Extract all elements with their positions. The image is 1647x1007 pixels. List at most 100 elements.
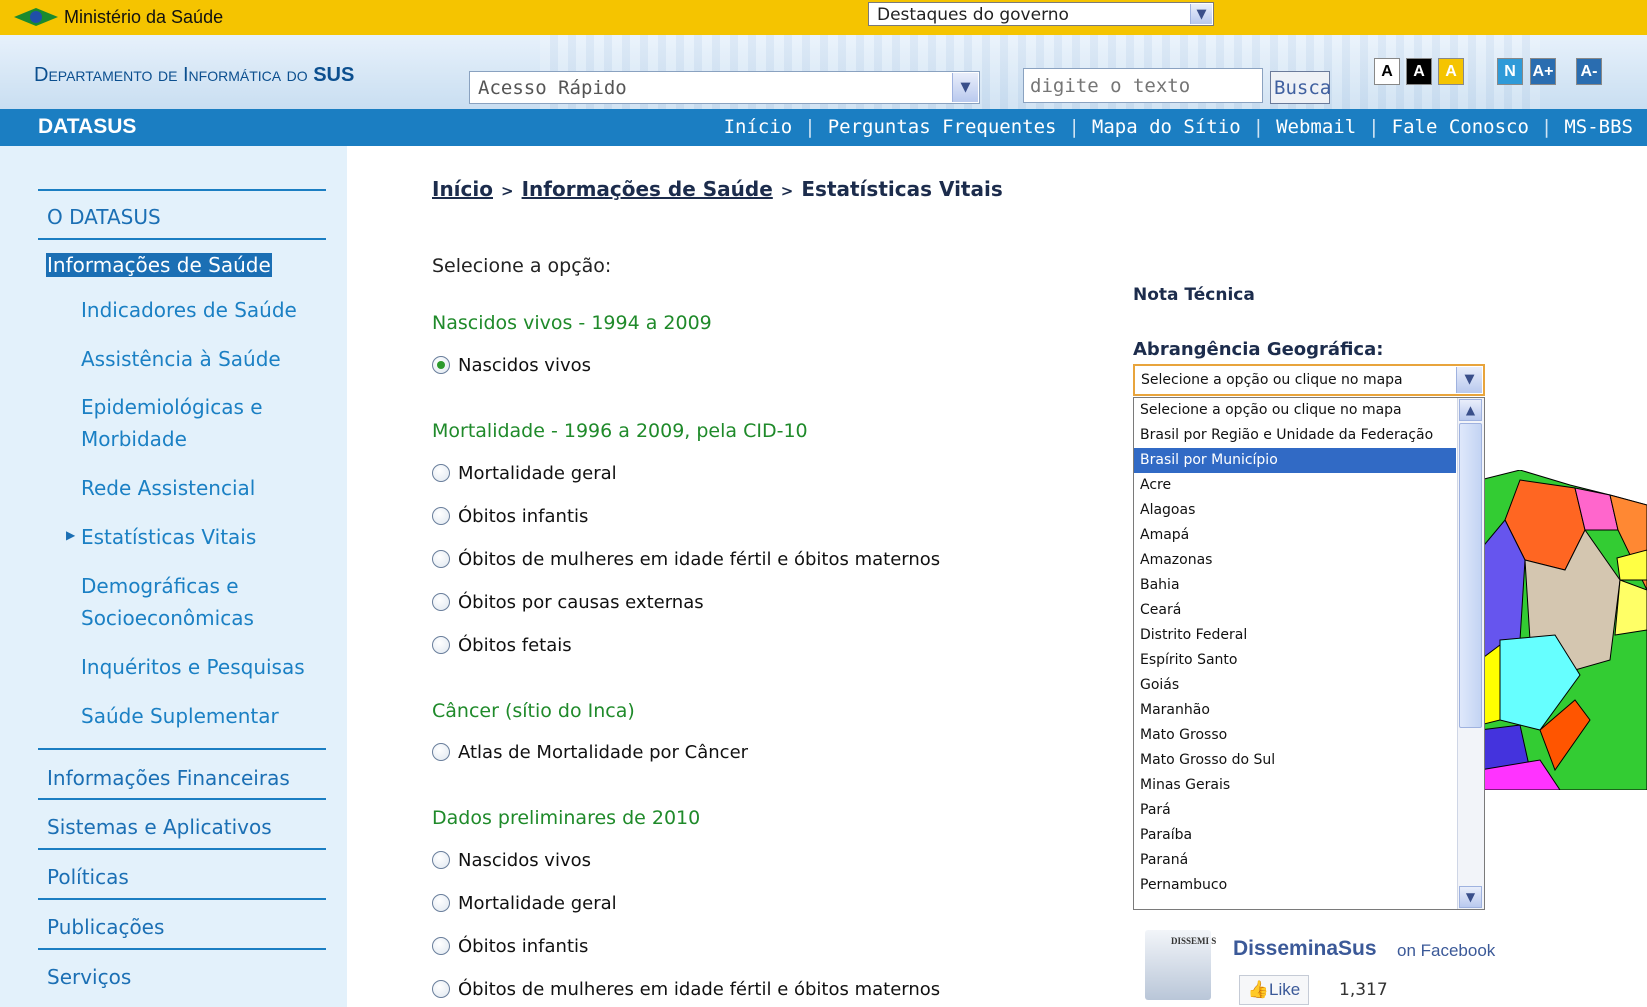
nav-link-fale-conosco[interactable]: Fale Conosco [1392,116,1529,138]
nav-link-webmail[interactable]: Webmail [1276,116,1356,138]
increase-font-button[interactable]: A+ [1530,58,1556,85]
geo-option[interactable]: Brasil por Região e Unidade da Federação [1134,423,1456,448]
radio-icon[interactable] [432,636,450,654]
geo-option[interactable]: Amazonas [1134,548,1456,573]
geo-option[interactable]: Alagoas [1134,498,1456,523]
geo-option[interactable]: Ceará [1134,598,1456,623]
chevron-down-icon[interactable]: ▼ [1190,4,1212,24]
radio-icon[interactable] [432,550,450,568]
quick-access-select[interactable]: Acesso Rápido ▼ [469,71,980,104]
scroll-up-icon[interactable]: ▲ [1459,399,1482,421]
sidebar-item-indicadores[interactable]: Indicadores de Saúde [81,294,297,326]
nav-link-inicio[interactable]: Início [724,116,793,138]
sidebar-item-sistemas[interactable]: Sistemas e Aplicativos [47,815,272,839]
geo-option[interactable]: Acre [1134,473,1456,498]
radio-prelim-infantis[interactable]: Óbitos infantis [432,936,588,957]
chevron-down-icon[interactable]: ▼ [1456,367,1482,393]
yellow-contrast-button[interactable]: A [1438,58,1464,85]
radio-icon[interactable] [432,593,450,611]
sidebar-item-epidemiologicas[interactable]: Epidemiológicas e [81,391,263,423]
decrease-font-button[interactable]: A- [1576,58,1602,85]
breadcrumb-home[interactable]: Início [432,177,493,201]
scroll-down-icon[interactable]: ▼ [1459,886,1482,908]
sidebar-item-demograficas[interactable]: Demográficas e [81,570,239,602]
high-contrast-button[interactable]: A [1406,58,1432,85]
radio-obitos-externas[interactable]: Óbitos por causas externas [432,592,704,613]
radio-icon[interactable] [432,743,450,761]
geo-dropdown-list[interactable]: Selecione a opção ou clique no mapa Bras… [1133,397,1485,910]
radio-icon[interactable] [432,980,450,998]
nav-link-mapa[interactable]: Mapa do Sítio [1092,116,1241,138]
radio-icon[interactable] [432,894,450,912]
sidebar-item-morbidade[interactable]: Morbidade [81,423,187,455]
geo-option[interactable]: Espírito Santo [1134,648,1456,673]
breadcrumb-current: Estatísticas Vitais [801,177,1003,201]
sidebar-item-publicacoes[interactable]: Publicações [47,915,164,939]
sidebar-item-assistencia[interactable]: Assistência à Saúde [81,343,281,375]
sidebar-divider [38,898,326,900]
search-button[interactable]: Busca [1270,71,1331,104]
radio-icon[interactable] [432,507,450,525]
destaques-select-value: Destaques do governo [877,5,1069,25]
geo-option[interactable]: Selecione a opção ou clique no mapa [1134,398,1456,423]
radio-prelim-nascidos[interactable]: Nascidos vivos [432,850,591,871]
radio-obitos-fetais[interactable]: Óbitos fetais [432,635,572,656]
geo-option[interactable]: Distrito Federal [1134,623,1456,648]
geo-option[interactable]: Bahia [1134,573,1456,598]
sidebar-item-informacoes-saude[interactable]: Informações de Saúde [46,253,272,277]
sidebar-item-saude-suplementar[interactable]: Saúde Suplementar [81,700,279,732]
sidebar-item-socioeconomicas[interactable]: Socioeconômicas [81,602,254,634]
geo-option[interactable]: Pará [1134,798,1456,823]
government-bar: Ministério da Saúde Destaques do governo… [0,0,1647,35]
sidebar-item-servicos[interactable]: Serviços [47,965,131,989]
scroll-thumb[interactable] [1459,423,1482,728]
normal-contrast-button[interactable]: N [1497,58,1523,85]
radio-prelim-mortalidade[interactable]: Mortalidade geral [432,893,617,914]
sidebar-item-inqueritos[interactable]: Inquéritos e Pesquisas [81,651,305,683]
font-normal-button[interactable]: A [1374,58,1400,85]
geo-option[interactable]: Amapá [1134,523,1456,548]
radio-nascidos-vivos[interactable]: Nascidos vivos [432,355,591,376]
search-input[interactable] [1023,68,1263,103]
nav-link-ms-bbs[interactable]: MS-BBS [1564,116,1633,138]
department-title[interactable]: Departamento de Informática do SUS [34,64,354,87]
destaques-select[interactable]: Destaques do governo ▼ [868,2,1214,26]
breadcrumb-section[interactable]: Informações de Saúde [522,177,773,201]
geo-select[interactable]: Selecione a opção ou clique no mapa ▼ [1133,364,1485,396]
sidebar-item-politicas[interactable]: Políticas [47,865,129,889]
geo-option[interactable]: Mato Grosso [1134,723,1456,748]
sidebar-item-estatisticas-vitais[interactable]: Estatísticas Vitais [81,521,256,553]
radio-obitos-mulheres[interactable]: Óbitos de mulheres em idade fértil e óbi… [432,549,940,570]
sidebar-item-financeiras[interactable]: Informações Financeiras [47,766,290,790]
geo-option[interactable]: Goiás [1134,673,1456,698]
facebook-page-link[interactable]: DisseminaSus [1233,937,1377,961]
geo-option[interactable]: Paraíba [1134,823,1456,848]
radio-checked-icon[interactable] [432,356,450,374]
geo-option[interactable]: Maranhão [1134,698,1456,723]
brazil-map[interactable] [1480,470,1647,790]
geo-option[interactable]: Minas Gerais [1134,773,1456,798]
geo-list-scrollbar[interactable]: ▲ ▼ [1457,398,1484,909]
chevron-down-icon[interactable]: ▼ [952,73,978,102]
sidebar-item-rede-assistencial[interactable]: Rede Assistencial [81,472,255,504]
radio-prelim-mulheres[interactable]: Óbitos de mulheres em idade fértil e óbi… [432,979,940,1000]
nav-link-perguntas[interactable]: Perguntas Frequentes [828,116,1057,138]
ministry-title[interactable]: Ministério da Saúde [64,7,223,28]
brazil-flag-icon[interactable] [10,6,62,28]
radio-icon[interactable] [432,937,450,955]
radio-atlas-cancer[interactable]: Atlas de Mortalidade por Câncer [432,742,748,763]
radio-mortalidade-geral[interactable]: Mortalidade geral [432,463,617,484]
radio-icon[interactable] [432,464,450,482]
radio-obitos-infantis[interactable]: Óbitos infantis [432,506,588,527]
geo-option[interactable]: Paraná [1134,848,1456,873]
nota-tecnica-link[interactable]: Nota Técnica [1133,285,1255,305]
section-title-cancer[interactable]: Câncer (sítio do Inca) [432,700,635,722]
geo-option[interactable]: Pernambuco [1134,873,1456,898]
datasus-brand[interactable]: DATASUS [38,115,136,139]
geo-option[interactable]: Mato Grosso do Sul [1134,748,1456,773]
sidebar-item-o-datasus[interactable]: O DATASUS [47,205,161,229]
facebook-like-button[interactable]: 👍Like [1239,975,1309,1005]
geo-option-highlighted[interactable]: Brasil por Município [1134,448,1456,473]
breadcrumb-separator-icon: > [780,182,794,200]
radio-icon[interactable] [432,851,450,869]
